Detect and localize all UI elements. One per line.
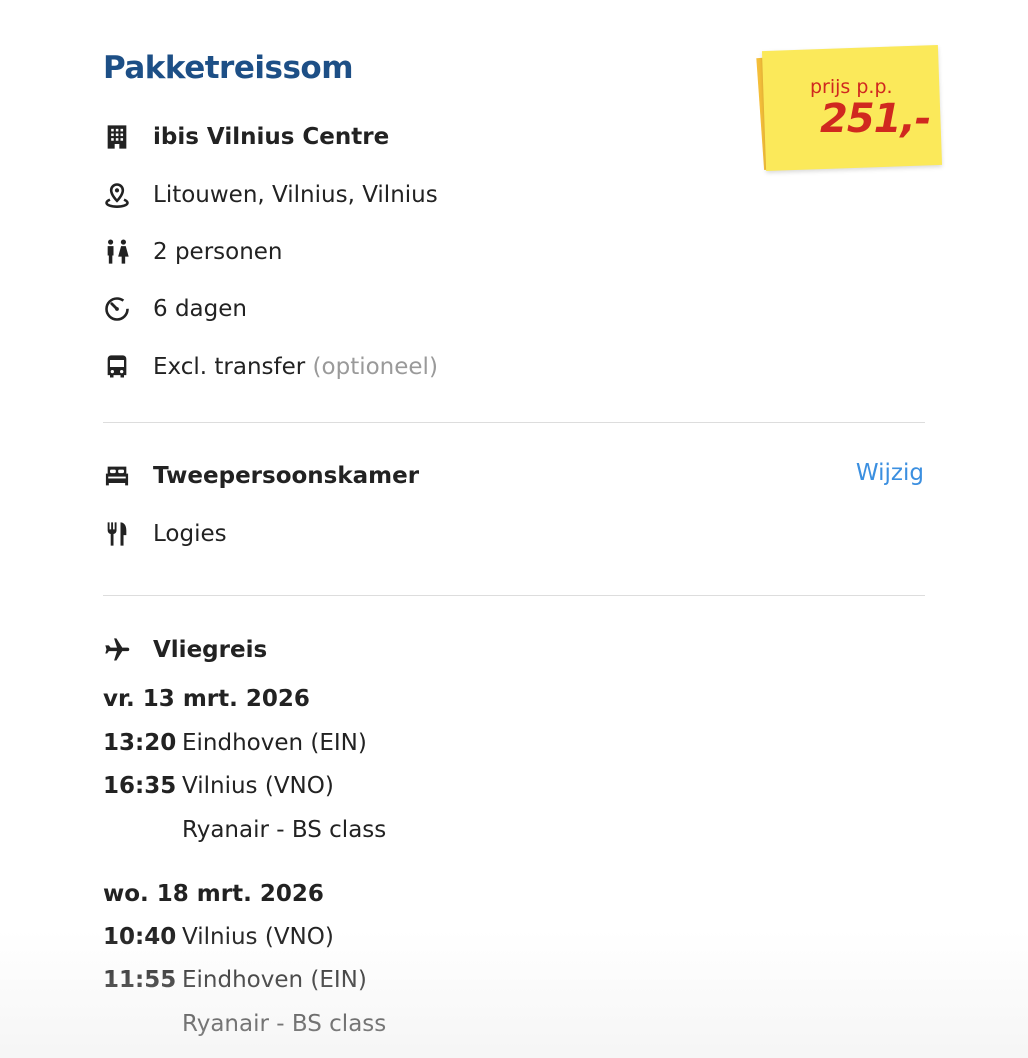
price-amount: 251,- [820,96,931,142]
arrival-airport: Vilnius (VNO) [182,773,334,799]
transfer-optional-note: (optioneel) [312,354,438,380]
timer-icon [103,294,139,324]
price-label: prijs p.p. [810,76,893,98]
transfer-label: Excl. transfer [153,354,306,380]
price-sticker: prijs p.p. 251,- [756,42,944,176]
bed-icon [103,461,139,491]
duration-text: 6 dagen [153,296,247,322]
arrival-time: 11:55 [103,967,177,993]
departure-time: 13:20 [103,730,177,756]
return-date: wo. 18 mrt. 2026 [103,881,324,907]
return-carrier: Ryanair - BS class [182,1011,387,1037]
transfer-text: Excl. transfer (optioneel) [153,354,438,380]
divider [103,595,925,596]
outbound-carrier: Ryanair - BS class [182,817,387,843]
transfer-row: Excl. transfer (optioneel) [103,347,438,387]
persons-row: 2 personen [103,232,283,272]
departure-airport: Vilnius (VNO) [182,924,334,950]
duration-row: 6 dagen [103,289,247,329]
bus-icon [103,352,139,382]
persons-text: 2 personen [153,239,283,265]
meal-row: Logies [103,514,227,554]
hotel-name: ibis Vilnius Centre [153,124,390,150]
outbound-departure: 13:20 Eindhoven (EIN) [103,730,367,756]
arrival-time: 16:35 [103,773,177,799]
cutlery-icon [103,519,139,549]
page-title: Pakketreissom [103,50,354,86]
room-row: Tweepersoonskamer [103,456,419,496]
divider [103,422,925,423]
location-row: Litouwen, Vilnius, Vilnius [103,175,438,215]
building-icon [103,122,139,152]
departure-airport: Eindhoven (EIN) [182,730,367,756]
people-icon [103,237,139,267]
outbound-arrival: 16:35 Vilnius (VNO) [103,773,334,799]
arrival-airport: Eindhoven (EIN) [182,967,367,993]
map-pin-icon [103,180,139,210]
edit-room-link[interactable]: Wijzig [856,460,924,486]
flight-heading: Vliegreis [153,637,268,663]
airplane-icon [103,635,139,665]
return-arrival: 11:55 Eindhoven (EIN) [103,967,367,993]
return-departure: 10:40 Vilnius (VNO) [103,924,334,950]
outbound-date: vr. 13 mrt. 2026 [103,686,310,712]
hotel-row: ibis Vilnius Centre [103,117,389,157]
meal-text: Logies [153,521,227,547]
departure-time: 10:40 [103,924,177,950]
flight-heading-row: Vliegreis [103,630,267,670]
location-text: Litouwen, Vilnius, Vilnius [153,182,438,208]
room-type: Tweepersoonskamer [153,463,420,489]
